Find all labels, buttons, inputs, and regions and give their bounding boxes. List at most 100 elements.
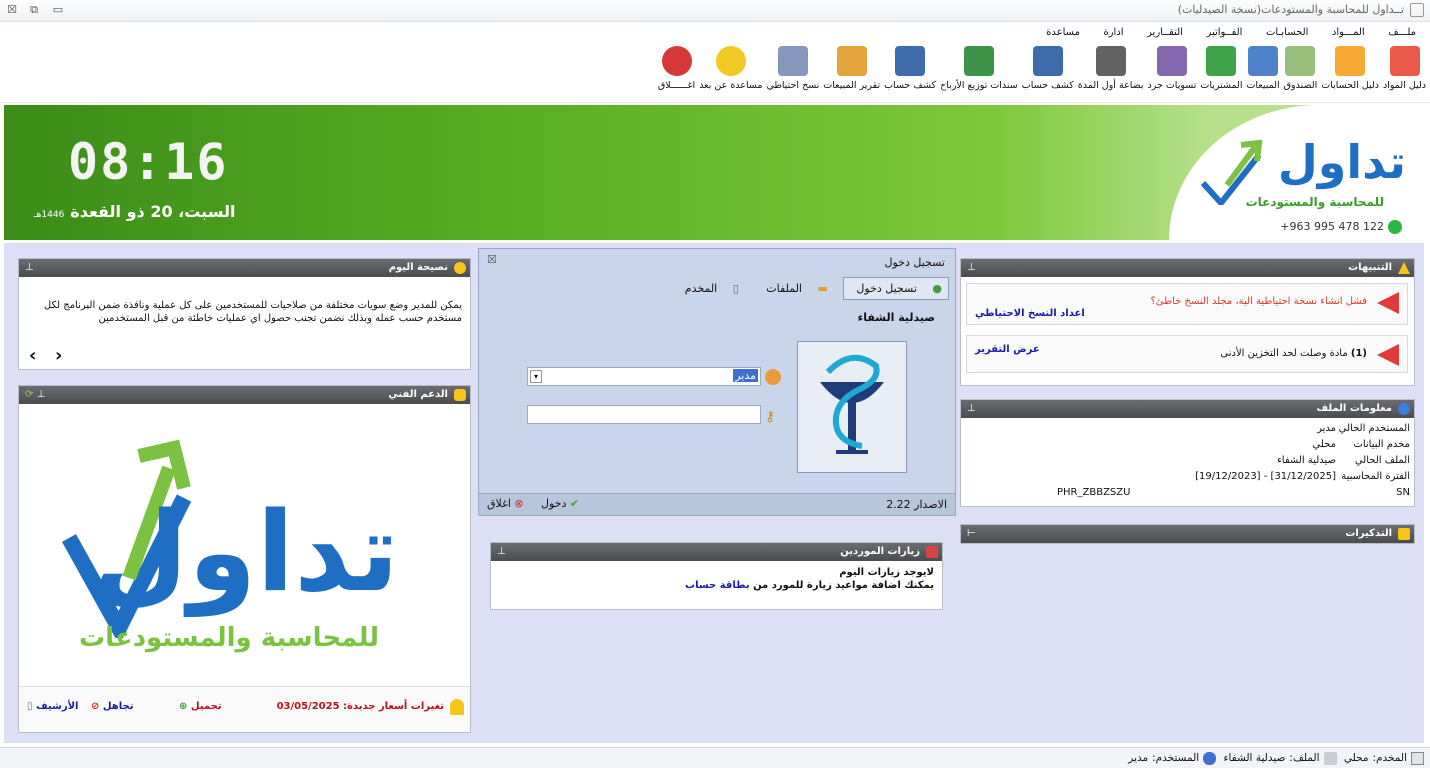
- toolbar-button-user-statement[interactable]: كشف حساب: [884, 43, 936, 101]
- menu-items[interactable]: المـــواد: [1332, 23, 1365, 43]
- menu-file[interactable]: ملـــف: [1388, 23, 1416, 43]
- tab-server[interactable]: ▯ المخدم: [673, 278, 745, 299]
- reminders-panel: التذكيرات ⊣: [960, 524, 1415, 544]
- close-window-button[interactable]: ☒: [4, 2, 20, 18]
- org-chart-icon: [1335, 46, 1366, 76]
- archive-button[interactable]: الأرشيف ▯: [27, 701, 78, 712]
- tip-panel-header: نصيحة اليوم ⊥: [19, 259, 470, 277]
- toolbar-button-pill[interactable]: دليل المواد: [1383, 43, 1426, 101]
- file-info-panel-header: معلومات الملف ⊥: [961, 400, 1414, 418]
- menu-admin[interactable]: ادارة: [1103, 23, 1123, 43]
- support-footer: تغيرات أسعار جديدة: 03/05/2025 تحميل ⊕ ت…: [19, 686, 470, 732]
- username-combobox[interactable]: ▾ مدير: [527, 367, 761, 386]
- tip-prev-button[interactable]: ‹: [29, 345, 36, 366]
- pin-icon[interactable]: ⊥: [25, 259, 34, 277]
- status-server-label: المخدم:: [1372, 752, 1407, 764]
- info-key: المستخدم الحالي: [1338, 423, 1410, 434]
- support-title: الدعم الفني: [388, 389, 448, 400]
- login-label: دخول: [541, 497, 567, 510]
- brand-logo-area: تداول للمحاسبة والمستودعات +963 995 478 …: [1169, 105, 1424, 240]
- toolbar-button-headset-support[interactable]: مساعدة عن بعد: [699, 43, 762, 101]
- tip-next-button[interactable]: ›: [55, 345, 62, 366]
- toolbar-button-org-chart[interactable]: دليل الحسابات: [1321, 43, 1379, 101]
- money-book-icon: [963, 46, 994, 76]
- download-button[interactable]: تحميل ⊕: [179, 701, 222, 712]
- pin-icon[interactable]: ⊥ ⟳: [25, 386, 45, 404]
- toolbar-label: دليل الحسابات: [1321, 80, 1379, 91]
- archive-icon: ▯: [27, 701, 33, 712]
- menu-accounts[interactable]: الحسابـات: [1266, 23, 1308, 43]
- toolbar-button-bar-chart[interactable]: تقرير المبيعات: [823, 43, 880, 101]
- toolbar-button-checklist-pen[interactable]: تسويات جرد: [1147, 43, 1197, 101]
- toolbar-button-user-statement[interactable]: كشف حساب: [1022, 43, 1074, 101]
- file-info-panel: معلومات الملف ⊥ المستخدم الحالي مدير مخدم…: [960, 399, 1415, 507]
- user-icon: [1203, 751, 1217, 765]
- tab-files[interactable]: ▬ الملفات: [754, 278, 834, 299]
- toolbar-button-money-book[interactable]: سندات توزيع الأرباح: [940, 43, 1018, 101]
- current-date: السبت، 20 ذو القعدة 1446هـ: [34, 202, 235, 221]
- visits-title: زيارات الموردين: [840, 546, 920, 557]
- ignore-button[interactable]: تجاهل ⊘: [91, 701, 133, 712]
- tab-login[interactable]: ● تسجيل دخول: [843, 277, 949, 300]
- info-value: PHR_ZBBZSZU: [1057, 487, 1131, 498]
- status-user: مدير: [1128, 752, 1149, 764]
- info-value: محلي: [1312, 439, 1336, 450]
- alert-min-stock: (1) مادة وصلت لحد التخزين الأدنى عرض الت…: [966, 335, 1408, 373]
- toolbar-button-pencil-note[interactable]: بضاعة أول المدة: [1078, 43, 1144, 101]
- toolbar-button-invoice-pen[interactable]: المبيعات: [1246, 43, 1280, 101]
- safe-icon: [1285, 46, 1316, 76]
- toolbar-label: تسويات جرد: [1147, 80, 1197, 91]
- alert-backup-text: فشل انشاء نسخة احتياطية الية، مجلد النسخ…: [1150, 296, 1367, 307]
- digital-clock: 08:16: [68, 133, 229, 191]
- chat-bubble-icon: [454, 389, 466, 401]
- info-icon: [1398, 403, 1410, 415]
- toolbar-button-power-off[interactable]: اغــــــلاق: [658, 43, 695, 101]
- toolbar-button-database-backup[interactable]: نسخ احتياطي: [766, 43, 819, 101]
- toolbar-label: الصندوق: [1283, 80, 1318, 91]
- account-card-link[interactable]: بطاقة حساب: [685, 580, 750, 591]
- password-field[interactable]: [527, 405, 761, 424]
- pharmacy-name: صيدلية الشفاء: [857, 311, 935, 324]
- red-flag-icon: [1377, 344, 1399, 366]
- app-icon: [1410, 3, 1424, 17]
- reminders-panel-header[interactable]: التذكيرات ⊣: [961, 525, 1414, 543]
- alert-backup-failed: فشل انشاء نسخة احتياطية الية، مجلد النسخ…: [966, 283, 1408, 325]
- login-button[interactable]: دخول ✔: [541, 497, 579, 510]
- menu-invoices[interactable]: الفــواتير: [1206, 23, 1242, 43]
- menu-help[interactable]: مساعدة: [1046, 23, 1080, 43]
- ledger-icon: [1206, 46, 1237, 76]
- minimize-window-button[interactable]: ▭: [50, 2, 66, 18]
- close-button[interactable]: اغلاق ⊗: [487, 497, 524, 510]
- toolbar-button-ledger[interactable]: المشتريات: [1200, 43, 1242, 101]
- supplier-visits-panel: زيارات الموردين ⊥ لايوجد زيارات اليوم يم…: [490, 542, 943, 610]
- toolbar-button-safe[interactable]: الصندوق: [1283, 43, 1318, 101]
- toolbar-label: كشف حساب: [1021, 80, 1074, 91]
- database-backup-icon: [777, 46, 808, 76]
- calendar-icon: [926, 546, 938, 558]
- menu-reports[interactable]: التقــارير: [1147, 23, 1183, 43]
- tip-text: يمكن للمدير وضع سويات مختلفة من صلاحيات …: [43, 300, 462, 324]
- support-logo-text: تداول: [92, 488, 399, 616]
- pin-icon[interactable]: ⊥: [967, 259, 976, 277]
- info-key: الفترة المحاسبية: [1341, 471, 1410, 482]
- pin-icon[interactable]: ⊥: [497, 543, 506, 561]
- tip-title: نصيحة اليوم: [388, 262, 448, 273]
- status-user-label: المستخدم:: [1152, 752, 1200, 764]
- check-icon: ✔: [569, 497, 580, 510]
- backup-settings-link[interactable]: اعداد النسخ الاحتياطي: [975, 308, 1085, 319]
- caduceus-icon: [820, 354, 884, 454]
- pin-icon[interactable]: ⊥: [967, 400, 976, 418]
- login-close-icon[interactable]: ☒: [487, 253, 497, 266]
- pin-icon[interactable]: ⊣: [967, 525, 976, 543]
- toolbar-label: المشتريات: [1200, 80, 1243, 91]
- alert-stock-text: (1) مادة وصلت لحد التخزين الأدنى: [1220, 348, 1367, 359]
- status-bar: المخدم:محلي الملف:صيدلية الشفاء المستخدم…: [0, 747, 1430, 768]
- refresh-icon[interactable]: ⟳: [25, 389, 33, 400]
- view-report-link[interactable]: عرض التقرير: [975, 344, 1040, 355]
- close-label: اغلاق: [487, 497, 511, 510]
- restore-window-button[interactable]: ⧉: [26, 2, 42, 18]
- dropdown-icon[interactable]: ▾: [530, 370, 542, 383]
- whatsapp-icon[interactable]: [1388, 220, 1402, 234]
- toolbar-label: نسخ احتياطي: [766, 80, 820, 91]
- bell-icon: [450, 699, 464, 715]
